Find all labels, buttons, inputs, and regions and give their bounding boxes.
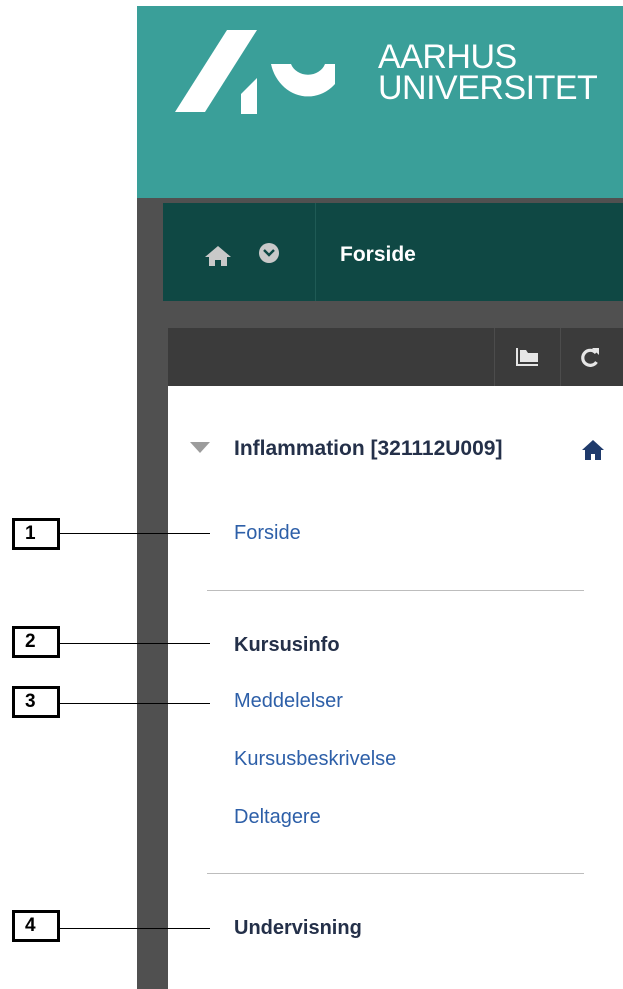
toolbar-divider <box>494 328 495 386</box>
course-menu-panel: Inflammation [321112U009] Forside Kursus… <box>168 386 623 989</box>
home-icon[interactable] <box>205 246 231 266</box>
callout-1: 1 <box>12 518 60 550</box>
collapse-caret-icon[interactable] <box>190 442 210 454</box>
menu-heading-undervisning[interactable]: Undervisning <box>234 917 362 940</box>
menu-link-deltagere[interactable]: Deltagere <box>234 806 321 829</box>
menu-divider <box>207 873 584 874</box>
callout-leader-line <box>60 928 210 929</box>
menu-heading-kursusinfo[interactable]: Kursusinfo <box>234 634 340 657</box>
menu-link-forside[interactable]: Forside <box>234 522 301 545</box>
course-title: Inflammation [321112U009] <box>234 437 503 460</box>
callout-leader-line <box>60 703 210 704</box>
top-nav-bar: Forside <box>163 203 623 301</box>
course-home-icon[interactable] <box>582 440 604 460</box>
chevron-down-circle-icon[interactable] <box>259 243 279 263</box>
nav-page-title[interactable]: Forside <box>340 243 416 267</box>
menu-link-meddelelser[interactable]: Meddelelser <box>234 690 343 713</box>
menu-divider <box>207 590 584 591</box>
toolbar-divider <box>560 328 561 386</box>
refresh-icon[interactable] <box>579 345 601 369</box>
au-logo-icon <box>175 30 335 114</box>
callout-2: 2 <box>12 626 60 658</box>
menu-link-kursusbeskrivelse[interactable]: Kursusbeskrivelse <box>234 748 396 771</box>
folder-icon[interactable] <box>516 346 540 366</box>
course-menu-toolbar <box>168 328 623 386</box>
callout-4: 4 <box>12 910 60 942</box>
brand-wordmark: AARHUS UNIVERSITET <box>378 40 598 107</box>
callout-leader-line <box>60 643 210 644</box>
brand-line-2: UNIVERSITET <box>378 69 598 107</box>
callout-3: 3 <box>12 686 60 718</box>
brand-header: AARHUS UNIVERSITET <box>137 6 623 198</box>
callout-leader-line <box>60 533 210 534</box>
nav-home-area <box>163 203 316 301</box>
